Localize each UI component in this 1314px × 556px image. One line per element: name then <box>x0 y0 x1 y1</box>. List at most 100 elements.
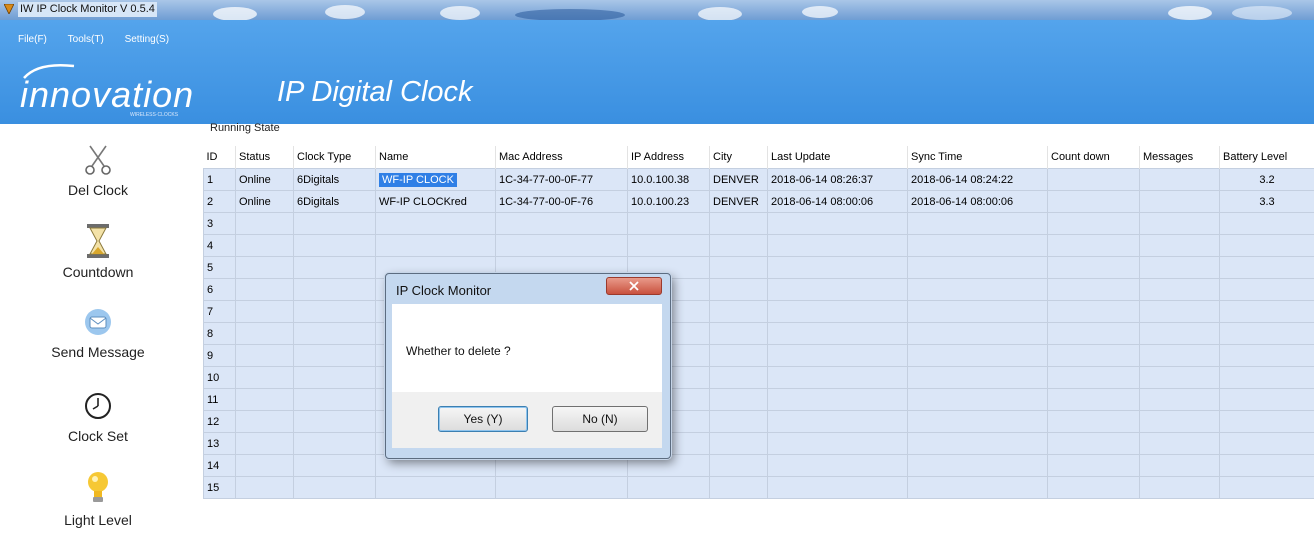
cell-id[interactable]: 1 <box>203 168 236 191</box>
cell-status[interactable] <box>235 300 294 323</box>
cell-name[interactable] <box>375 212 496 235</box>
cell-battery[interactable]: 3.3 <box>1219 190 1314 213</box>
cell-countdown[interactable] <box>1047 190 1140 213</box>
cell-status[interactable]: Online <box>235 168 294 191</box>
cell-ip[interactable] <box>627 212 710 235</box>
cell-last-update[interactable] <box>767 278 908 301</box>
cell-messages[interactable] <box>1139 212 1220 235</box>
cell-name[interactable]: WF-IP CLOCKred <box>375 190 496 213</box>
cell-battery[interactable] <box>1219 366 1314 389</box>
cell-sync-time[interactable] <box>907 366 1048 389</box>
cell-battery[interactable] <box>1219 410 1314 433</box>
cell-countdown[interactable] <box>1047 234 1140 257</box>
table-row[interactable]: 9 <box>203 344 1314 367</box>
cell-status[interactable] <box>235 344 294 367</box>
cell-battery[interactable] <box>1219 322 1314 345</box>
cell-status[interactable] <box>235 388 294 411</box>
cell-mac[interactable]: 1C-34-77-00-0F-77 <box>495 168 628 191</box>
cell-status[interactable] <box>235 476 294 499</box>
col-header-messages[interactable]: Messages <box>1139 146 1220 169</box>
cell-messages[interactable] <box>1139 256 1220 279</box>
cell-messages[interactable] <box>1139 388 1220 411</box>
cell-battery[interactable] <box>1219 432 1314 455</box>
cell-last-update[interactable]: 2018-06-14 08:00:06 <box>767 190 908 213</box>
cell-messages[interactable] <box>1139 410 1220 433</box>
cell-city[interactable] <box>709 388 768 411</box>
cell-last-update[interactable] <box>767 366 908 389</box>
cell-battery[interactable] <box>1219 234 1314 257</box>
cell-countdown[interactable] <box>1047 410 1140 433</box>
col-header-clock-type[interactable]: Clock Type <box>293 146 376 169</box>
col-header-battery[interactable]: Battery Level <box>1219 146 1314 169</box>
table-row[interactable]: 4 <box>203 234 1314 257</box>
cell-id[interactable]: 12 <box>203 410 236 433</box>
cell-battery[interactable] <box>1219 278 1314 301</box>
cell-id[interactable]: 2 <box>203 190 236 213</box>
cell-city[interactable] <box>709 366 768 389</box>
cell-clock-type[interactable] <box>293 476 376 499</box>
cell-countdown[interactable] <box>1047 366 1140 389</box>
cell-mac[interactable] <box>495 234 628 257</box>
cell-clock-type[interactable] <box>293 322 376 345</box>
cell-city[interactable] <box>709 234 768 257</box>
cell-battery[interactable] <box>1219 344 1314 367</box>
cell-messages[interactable] <box>1139 432 1220 455</box>
cell-city[interactable]: DENVER <box>709 168 768 191</box>
cell-id[interactable]: 7 <box>203 300 236 323</box>
cell-status[interactable] <box>235 256 294 279</box>
cell-countdown[interactable] <box>1047 476 1140 499</box>
table-row[interactable]: 2 Online 6Digitals WF-IP CLOCKred 1C-34-77-0… <box>203 190 1314 213</box>
cell-id[interactable]: 15 <box>203 476 236 499</box>
cell-last-update[interactable] <box>767 256 908 279</box>
cell-battery[interactable] <box>1219 212 1314 235</box>
cell-last-update[interactable] <box>767 476 908 499</box>
cell-id[interactable]: 3 <box>203 212 236 235</box>
cell-sync-time[interactable] <box>907 278 1048 301</box>
col-header-id[interactable]: ID <box>203 146 236 169</box>
cell-clock-type[interactable] <box>293 344 376 367</box>
cell-countdown[interactable] <box>1047 278 1140 301</box>
cell-id[interactable]: 5 <box>203 256 236 279</box>
send-message-button[interactable]: Send Message <box>0 304 196 360</box>
cell-clock-type[interactable] <box>293 388 376 411</box>
menu-setting[interactable]: Setting(S) <box>125 34 169 45</box>
cell-sync-time[interactable] <box>907 476 1048 499</box>
cell-status[interactable] <box>235 278 294 301</box>
cell-messages[interactable] <box>1139 476 1220 499</box>
cell-id[interactable]: 10 <box>203 366 236 389</box>
cell-status[interactable] <box>235 234 294 257</box>
cell-status[interactable] <box>235 432 294 455</box>
cell-id[interactable]: 13 <box>203 432 236 455</box>
cell-mac[interactable]: 1C-34-77-00-0F-76 <box>495 190 628 213</box>
yes-button[interactable]: Yes (Y) <box>438 406 528 432</box>
cell-messages[interactable] <box>1139 190 1220 213</box>
cell-sync-time[interactable] <box>907 300 1048 323</box>
cell-countdown[interactable] <box>1047 388 1140 411</box>
col-header-name[interactable]: Name <box>375 146 496 169</box>
cell-city[interactable] <box>709 300 768 323</box>
table-row[interactable]: 5 <box>203 256 1314 279</box>
cell-city[interactable] <box>709 476 768 499</box>
cell-sync-time[interactable] <box>907 256 1048 279</box>
selected-cell-text[interactable]: WF-IP CLOCK <box>379 172 457 187</box>
cell-city[interactable]: DENVER <box>709 190 768 213</box>
cell-battery[interactable] <box>1219 454 1314 477</box>
cell-id[interactable]: 4 <box>203 234 236 257</box>
cell-last-update[interactable] <box>767 234 908 257</box>
menu-tools[interactable]: Tools(T) <box>68 34 104 45</box>
cell-status[interactable]: Online <box>235 190 294 213</box>
cell-name[interactable]: WF-IP CLOCK <box>375 168 496 191</box>
col-header-last-update[interactable]: Last Update <box>767 146 908 169</box>
col-header-status[interactable]: Status <box>235 146 294 169</box>
table-row[interactable]: 15 <box>203 476 1314 499</box>
table-row[interactable]: 8 <box>203 322 1314 345</box>
cell-countdown[interactable] <box>1047 300 1140 323</box>
cell-messages[interactable] <box>1139 168 1220 191</box>
cell-ip[interactable] <box>627 476 710 499</box>
cell-countdown[interactable] <box>1047 454 1140 477</box>
cell-id[interactable]: 6 <box>203 278 236 301</box>
cell-name[interactable] <box>375 476 496 499</box>
cell-id[interactable]: 14 <box>203 454 236 477</box>
cell-messages[interactable] <box>1139 322 1220 345</box>
clock-set-button[interactable]: Clock Set <box>0 388 196 444</box>
